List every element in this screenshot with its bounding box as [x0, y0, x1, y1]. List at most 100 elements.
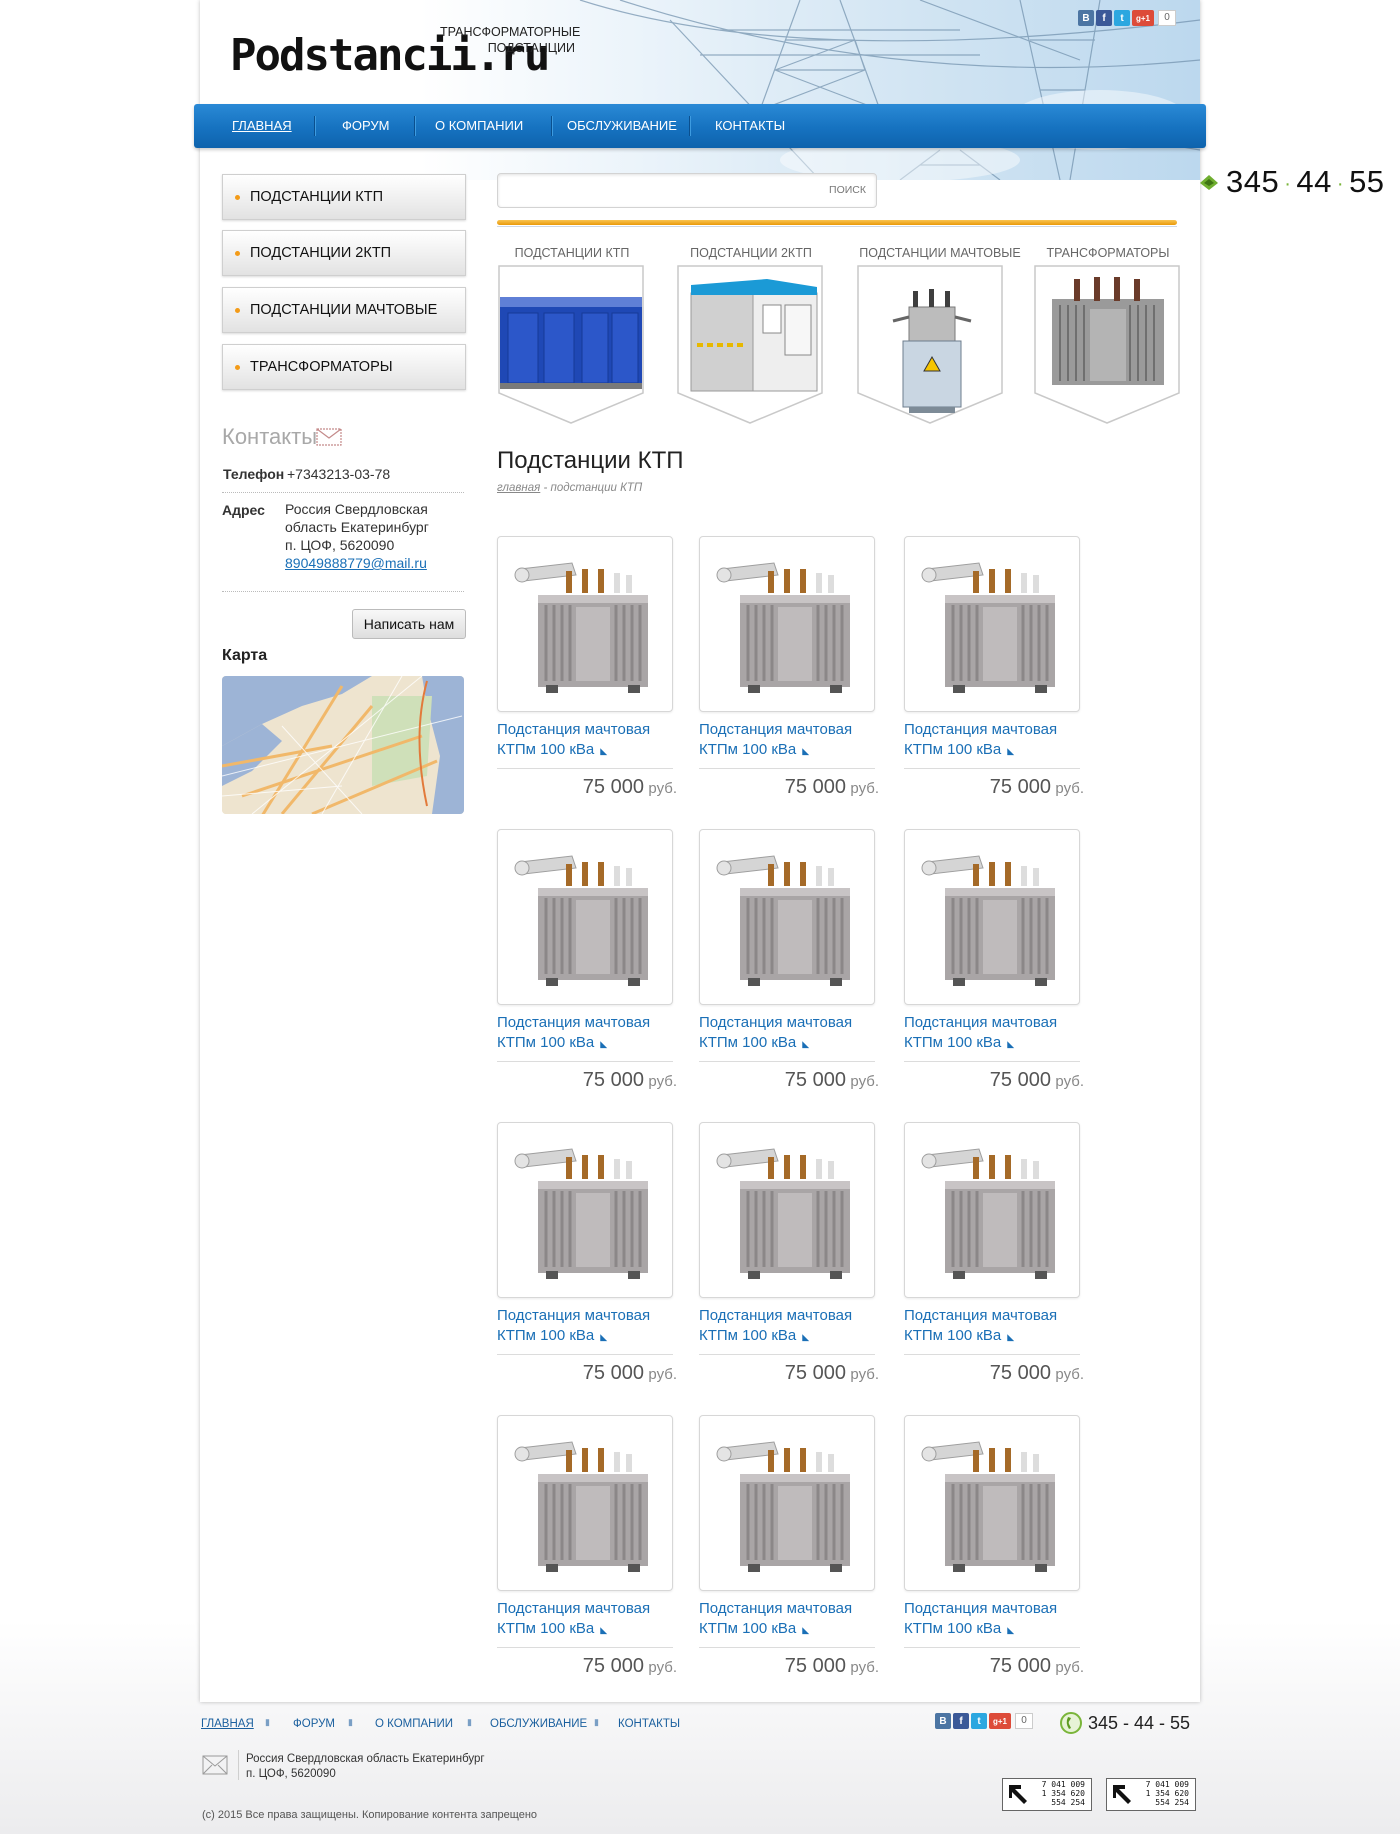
sidebar-item-ktp[interactable]: ПОДСТАНЦИИ КТП [222, 174, 466, 220]
product-name-link[interactable]: Подстанция мачтовая КТПм 100 кВа ◣ [497, 1013, 677, 1054]
visit-counter[interactable]: 7 041 009 1 354 620 554 254 [1002, 1778, 1092, 1811]
price-amount: 75 000 [784, 776, 846, 798]
product-card[interactable]: Подстанция мачтовая КТПм 100 кВа ◣ 75 000… [699, 829, 879, 1109]
google-plus-icon[interactable]: g+1 [989, 1713, 1011, 1729]
price-currency: руб. [1055, 1073, 1084, 1090]
twitter-icon[interactable]: t [971, 1713, 987, 1729]
product-card[interactable]: Подстанция мачтовая КТПм 100 кВа ◣ 75 000… [904, 1122, 1084, 1402]
product-name-link[interactable]: Подстанция мачтовая КТПм 100 кВа ◣ [699, 1013, 879, 1054]
nav-item-about[interactable]: О КОМПАНИИ [435, 104, 523, 148]
category-tile-ktp[interactable] [498, 265, 644, 425]
contacts-title: Контакты [222, 424, 318, 449]
divider [238, 1750, 239, 1780]
breadcrumb-current: подстанции КТП [550, 482, 643, 494]
product-thumbnail[interactable] [904, 829, 1080, 1005]
footer-nav-about[interactable]: О КОМПАНИИ [375, 1718, 453, 1730]
write-us-button[interactable]: Написать нам [352, 609, 466, 639]
footer-nav-separator: ▮ [594, 1717, 599, 1727]
category-label[interactable]: ПОДСТАНЦИИ 2КТП [677, 246, 825, 260]
product-thumbnail[interactable] [904, 1122, 1080, 1298]
visit-counter[interactable]: 7 041 009 1 354 620 554 254 [1106, 1778, 1196, 1811]
sidebar-item-transformers[interactable]: ТРАНСФОРМАТОРЫ [222, 344, 466, 390]
footer-nav-home[interactable]: ГЛАВНАЯ [201, 1718, 254, 1730]
product-name-link[interactable]: Подстанция мачтовая КТПм 100 кВа ◣ [699, 720, 879, 761]
vk-icon[interactable]: В [935, 1713, 951, 1729]
product-thumbnail[interactable] [497, 1415, 673, 1591]
product-card[interactable]: Подстанция мачтовая КТПм 100 кВа ◣ 75 000… [497, 829, 677, 1109]
price-amount: 75 000 [582, 1362, 644, 1384]
footer-nav-service[interactable]: ОБСЛУЖИВАНИЕ [490, 1718, 587, 1730]
product-name-link[interactable]: Подстанция мачтовая КТПм 100 кВа ◣ [904, 1599, 1084, 1640]
product-name-link[interactable]: Подстанция мачтовая КТПм 100 кВа ◣ [904, 720, 1084, 761]
product-name-link[interactable]: Подстанция мачтовая КТПм 100 кВа ◣ [497, 1599, 677, 1640]
transformer-image [921, 1441, 1055, 1572]
twitter-icon[interactable]: t [1114, 10, 1130, 26]
category-label[interactable]: ПОДСТАНЦИИ КТП [498, 246, 646, 260]
product-name-link[interactable]: Подстанция мачтовая КТПм 100 кВа ◣ [699, 1599, 879, 1640]
category-label[interactable]: ТРАНСФОРМАТОРЫ [1034, 246, 1182, 260]
search-button[interactable]: ПОИСК [829, 184, 866, 196]
product-thumbnail[interactable] [699, 1415, 875, 1591]
sidebar-item-2ktp[interactable]: ПОДСТАНЦИИ 2КТП [222, 230, 466, 276]
product-thumbnail[interactable] [699, 536, 875, 712]
vk-icon[interactable]: В [1078, 10, 1094, 26]
product-thumbnail[interactable] [497, 1122, 673, 1298]
category-tile-transformers[interactable] [1034, 265, 1180, 425]
location-map[interactable] [222, 676, 464, 814]
category-tile-mast[interactable] [857, 265, 1003, 425]
product-card[interactable]: Подстанция мачтовая КТПм 100 кВа ◣ 75 000… [904, 1415, 1084, 1695]
product-card[interactable]: Подстанция мачтовая КТПм 100 кВа ◣ 75 000… [699, 1122, 879, 1402]
breadcrumb-home-link[interactable]: главная [497, 482, 540, 494]
facebook-icon[interactable]: f [1096, 10, 1112, 26]
social-share-footer: В f t g+1 0 [935, 1713, 1033, 1729]
product-name-link[interactable]: Подстанция мачтовая КТПм 100 кВа ◣ [497, 720, 677, 761]
product-card[interactable]: Подстанция мачтовая КТПм 100 кВа ◣ 75 000… [904, 829, 1084, 1109]
facebook-icon[interactable]: f [953, 1713, 969, 1729]
nav-item-contacts[interactable]: КОНТАКТЫ [715, 104, 785, 148]
product-price: 75 000 руб. [497, 1069, 677, 1092]
product-name-link[interactable]: Подстанция мачтовая КТПм 100 кВа ◣ [497, 1306, 677, 1347]
arrow-icon: ◣ [1007, 1039, 1015, 1049]
product-thumbnail[interactable] [904, 536, 1080, 712]
arrow-icon: ◣ [600, 746, 608, 756]
product-thumbnail[interactable] [497, 829, 673, 1005]
nav-item-service[interactable]: ОБСЛУЖИВАНИЕ [567, 104, 677, 148]
nav-item-forum[interactable]: ФОРУМ [342, 104, 389, 148]
product-thumbnail[interactable] [699, 1122, 875, 1298]
product-name-link[interactable]: Подстанция мачтовая КТПм 100 кВа ◣ [699, 1306, 879, 1347]
product-card[interactable]: Подстанция мачтовая КТПм 100 кВа ◣ 75 000… [904, 536, 1084, 816]
product-name-link[interactable]: Подстанция мачтовая КТПм 100 кВа ◣ [904, 1013, 1084, 1054]
phone-number: 345 · 44 · 55 [1226, 164, 1385, 200]
product-name-line: КТПм 100 кВа [699, 1327, 797, 1344]
product-card[interactable]: Подстанция мачтовая КТПм 100 кВа ◣ 75 000… [497, 1122, 677, 1402]
sidebar-item-mast[interactable]: ПОДСТАНЦИИ МАЧТОВЫЕ [222, 287, 466, 333]
product-thumbnail[interactable] [699, 829, 875, 1005]
product-card[interactable]: Подстанция мачтовая КТПм 100 кВа ◣ 75 000… [497, 536, 677, 816]
footer-nav-contacts[interactable]: КОНТАКТЫ [618, 1718, 680, 1730]
divider [904, 1061, 1080, 1062]
price-amount: 75 000 [582, 1069, 644, 1091]
transformer-image [921, 855, 1055, 986]
counter-value: 1 354 620 [1041, 1789, 1085, 1798]
product-name-link[interactable]: Подстанция мачтовая КТПм 100 кВа ◣ [904, 1306, 1084, 1347]
email-link[interactable]: 89049888779@mail.ru [285, 554, 429, 572]
price-currency: руб. [850, 780, 879, 797]
footer-nav-forum[interactable]: ФОРУМ [293, 1718, 335, 1730]
phone-part: 345 [1226, 164, 1280, 199]
google-plus-icon[interactable]: g+1 [1132, 10, 1154, 26]
product-card[interactable]: Подстанция мачтовая КТПм 100 кВа ◣ 75 000… [497, 1415, 677, 1695]
category-tile-2ktp[interactable] [677, 265, 823, 425]
product-name-line: Подстанция мачтовая [497, 721, 651, 738]
product-card[interactable]: Подстанция мачтовая КТПм 100 кВа ◣ 75 000… [699, 1415, 879, 1695]
nav-item-home[interactable]: ГЛАВНАЯ [232, 104, 292, 148]
product-thumbnail[interactable] [904, 1415, 1080, 1591]
product-card[interactable]: Подстанция мачтовая КТПм 100 кВа ◣ 75 000… [699, 536, 879, 816]
transformer-image [514, 1148, 648, 1279]
product-price: 75 000 руб. [904, 776, 1084, 799]
search-input[interactable] [506, 181, 810, 203]
product-price: 75 000 руб. [699, 1362, 879, 1385]
category-label[interactable]: ПОДСТАНЦИИ МАЧТОВЫЕ [855, 246, 1025, 260]
product-name-line: КТПм 100 кВа [497, 1620, 595, 1637]
product-price: 75 000 руб. [904, 1069, 1084, 1092]
product-thumbnail[interactable] [497, 536, 673, 712]
